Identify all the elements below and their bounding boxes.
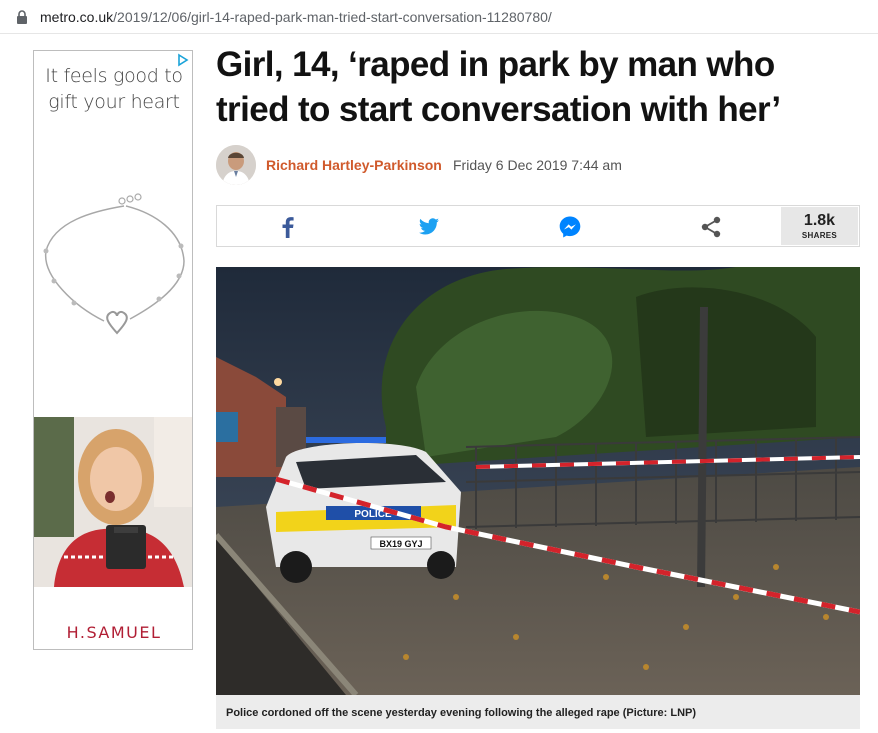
url-text[interactable]: metro.co.uk/2019/12/06/girl-14-raped-par… (40, 9, 552, 25)
share-count-label: SHARES (801, 231, 838, 240)
publish-date: Friday 6 Dec 2019 7:44 am (453, 157, 622, 173)
share-icon[interactable] (698, 214, 724, 240)
author-link[interactable]: Richard Hartley-Parkinson (266, 157, 442, 173)
ad-tagline-line2: gift your heart (48, 91, 180, 113)
address-bar[interactable]: metro.co.uk/2019/12/06/girl-14-raped-par… (0, 0, 878, 34)
image-caption: Police cordoned off the scene yesterday … (216, 695, 860, 729)
facebook-icon[interactable] (275, 214, 301, 240)
article-image[interactable]: POLICE BX19 GYJ (216, 267, 860, 695)
lock-icon (17, 10, 27, 24)
url-host: metro.co.uk (40, 9, 114, 25)
share-count: 1.8k SHARES (781, 207, 858, 245)
ad-brand-logo: H.SAMUEL (66, 623, 162, 642)
bracelet-image (43, 193, 185, 335)
share-bar: 1.8k SHARES (216, 205, 860, 247)
article-headline: Girl, 14, ‘raped in park by man who trie… (216, 42, 866, 132)
author-avatar[interactable] (216, 145, 256, 185)
ad-tagline-line1: It feels good to (45, 65, 183, 87)
share-count-value: 1.8k (803, 212, 836, 229)
police-scene-photo: POLICE BX19 GYJ (216, 267, 860, 695)
gift-photo (34, 417, 192, 587)
ad-tagline: It feels good to gift your heart (34, 63, 192, 115)
url-path: /2019/12/06/girl-14-raped-park-man-tried… (113, 9, 552, 25)
author-photo (216, 145, 256, 185)
number-plate: BX19 GYJ (379, 539, 422, 549)
headline-line2: tried to start conversation with her’ (216, 90, 781, 129)
messenger-icon[interactable] (557, 214, 583, 240)
twitter-icon[interactable] (416, 214, 442, 240)
headline-line1: Girl, 14, ‘raped in park by man who (216, 45, 775, 84)
advertisement[interactable]: It feels good to gift your heart H.SAMUE… (33, 50, 193, 650)
